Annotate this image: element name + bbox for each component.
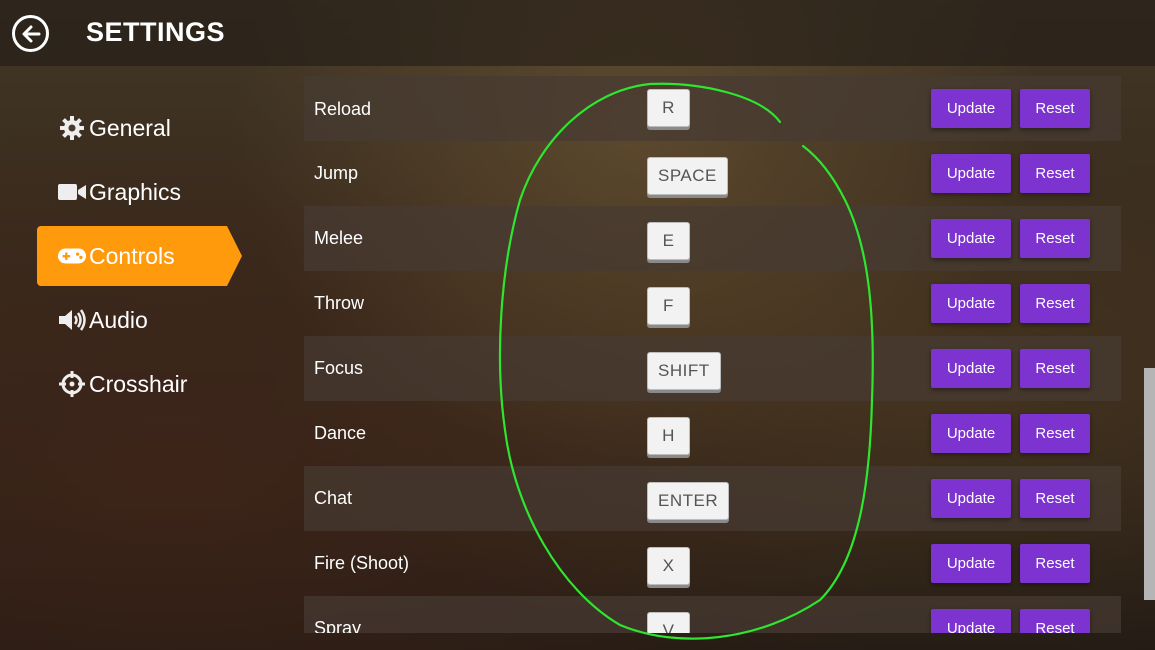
back-button[interactable] (12, 15, 49, 52)
control-row-fire-shoot: Fire (Shoot) X Update Reset (304, 531, 1121, 596)
speaker-icon (57, 305, 87, 335)
reset-button[interactable]: Reset (1020, 219, 1090, 258)
action-label: Jump (314, 163, 359, 183)
reset-button[interactable]: Reset (1020, 154, 1090, 193)
reset-button[interactable]: Reset (1020, 544, 1090, 583)
reset-button[interactable]: Reset (1020, 89, 1090, 128)
update-button[interactable]: Update (931, 89, 1011, 128)
action-label: Chat (314, 488, 353, 508)
sidebar-item-label: Controls (89, 242, 175, 269)
sidebar-item-audio[interactable]: Audio (37, 290, 242, 350)
key-binding[interactable]: SPACE (647, 157, 728, 195)
sidebar-item-label: Crosshair (89, 370, 188, 397)
sidebar-item-general[interactable]: General (37, 98, 242, 158)
reset-button[interactable]: Reset (1020, 479, 1090, 518)
sidebar-item-controls[interactable]: Controls (37, 226, 242, 286)
control-row-focus: Focus SHIFT Update Reset (304, 336, 1121, 401)
key-binding[interactable]: V (647, 612, 690, 633)
reset-button[interactable]: Reset (1020, 609, 1090, 633)
sidebar-item-label: General (89, 114, 171, 141)
reset-button[interactable]: Reset (1020, 284, 1090, 323)
control-row-melee: Melee E Update Reset (304, 206, 1121, 271)
arrow-left-circle-icon (22, 25, 40, 42)
key-binding[interactable]: R (647, 89, 690, 127)
video-camera-icon (57, 177, 87, 207)
update-button[interactable]: Update (931, 154, 1011, 193)
key-binding[interactable]: X (647, 547, 690, 585)
update-button[interactable]: Update (931, 479, 1011, 518)
update-button[interactable]: Update (931, 219, 1011, 258)
sidebar-item-crosshair[interactable]: Crosshair (37, 354, 242, 414)
sidebar-item-label: Graphics (89, 178, 182, 205)
update-button[interactable]: Update (931, 544, 1011, 583)
crosshair-icon (57, 369, 87, 399)
update-button[interactable]: Update (931, 609, 1011, 633)
key-binding[interactable]: F (647, 287, 690, 325)
update-button[interactable]: Update (931, 414, 1011, 453)
reset-button[interactable]: Reset (1020, 349, 1090, 388)
update-button[interactable]: Update (931, 284, 1011, 323)
page-title: SETTINGS (86, 17, 226, 47)
control-row-dance: Dance H Update Reset (304, 401, 1121, 466)
sidebar-item-graphics[interactable]: Graphics (37, 162, 242, 222)
control-row-reload: Reload R Update Reset (304, 76, 1121, 141)
reset-button[interactable]: Reset (1020, 414, 1090, 453)
key-binding[interactable]: ENTER (647, 482, 730, 520)
action-label: Spray (314, 618, 362, 633)
control-row-chat: Chat ENTER Update Reset (304, 466, 1121, 531)
scrollbar-thumb[interactable] (1144, 368, 1155, 600)
gamepad-icon (57, 241, 87, 271)
control-row-jump: Jump SPACE Update Reset (304, 141, 1121, 206)
key-binding[interactable]: E (647, 222, 690, 260)
action-label: Fire (Shoot) (314, 553, 410, 573)
action-label: Focus (314, 358, 364, 378)
action-label: Melee (314, 228, 364, 248)
gear-icon (57, 113, 87, 143)
header-bar: SETTINGS (0, 0, 1155, 66)
sidebar-item-label: Audio (89, 306, 148, 333)
control-row-throw: Throw F Update Reset (304, 271, 1121, 336)
update-button[interactable]: Update (931, 349, 1011, 388)
action-label: Throw (314, 293, 365, 313)
action-label: Reload (314, 99, 372, 119)
control-row-spray: Spray V Update Reset (304, 596, 1121, 633)
controls-list[interactable]: Reload R Update Reset Jump SPACE Update … (304, 76, 1121, 633)
key-binding[interactable]: H (647, 417, 690, 455)
key-binding[interactable]: SHIFT (647, 352, 721, 390)
action-label: Dance (314, 423, 367, 443)
